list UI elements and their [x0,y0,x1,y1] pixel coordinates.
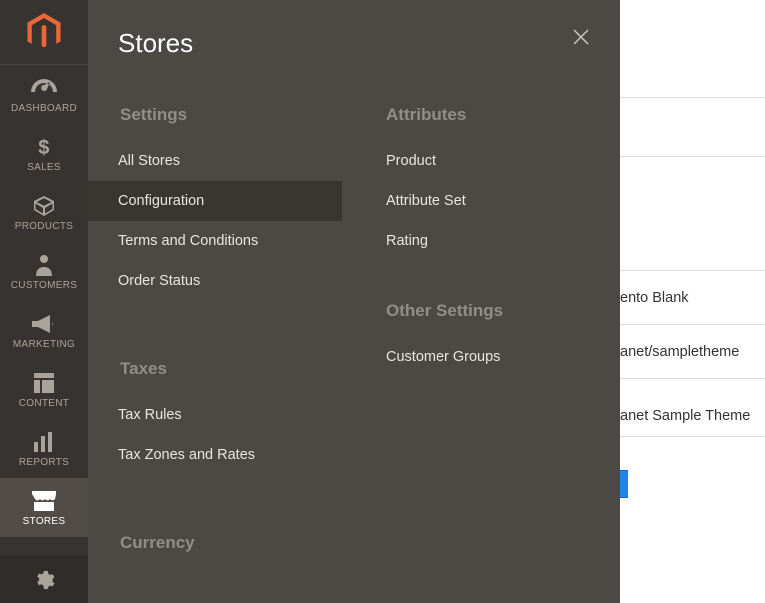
divider [620,97,765,98]
menu-configuration[interactable]: Configuration [88,181,342,221]
menu-all-stores[interactable]: All Stores [88,141,342,181]
nav-label: MARKETING [13,339,75,350]
nav-label: CONTENT [19,398,69,409]
nav-system-settings[interactable] [0,555,88,603]
dollar-icon: $ [37,136,51,158]
nav-content[interactable]: CONTENT [0,360,88,419]
menu-customer-groups[interactable]: Customer Groups [356,337,608,377]
gear-icon [33,569,55,591]
flyout-columns: Settings All Stores Configuration Terms … [88,95,620,569]
section-heading-currency: Currency [90,523,342,569]
menu-terms-conditions[interactable]: Terms and Conditions [88,221,342,261]
main-content-peek: ento Blank anet/sampletheme anet Sample … [620,0,765,603]
divider [620,324,765,325]
divider [620,378,765,379]
menu-tax-rules[interactable]: Tax Rules [88,395,342,435]
magento-logo-icon [27,13,61,51]
section-gap [90,475,342,523]
section-heading-settings: Settings [90,95,342,141]
menu-order-status[interactable]: Order Status [88,261,342,301]
menu-tax-zones-rates[interactable]: Tax Zones and Rates [88,435,342,475]
svg-text:$: $ [38,137,49,158]
nav-products[interactable]: PRODUCTS [0,183,88,242]
magento-logo[interactable] [0,0,88,65]
stores-flyout: Stores Settings All Stores Configuration… [88,0,620,603]
section-heading-attributes: Attributes [356,95,608,141]
bar-chart-icon [34,431,54,453]
nav-reports[interactable]: REPORTS [0,419,88,478]
layout-icon [34,372,54,394]
nav-dashboard[interactable]: DASHBOARD [0,65,88,124]
nav-label: REPORTS [19,457,69,468]
nav-label: STORES [23,516,66,527]
divider [620,156,765,157]
cube-icon [33,195,55,217]
person-icon [36,254,52,276]
menu-attribute-set[interactable]: Attribute Set [356,181,608,221]
section-heading-other: Other Settings [356,291,608,337]
close-button[interactable] [572,28,590,51]
nav-stores[interactable]: STORES [0,478,88,537]
peek-text: anet Sample Theme [620,408,750,424]
peek-text: ento Blank [620,290,689,306]
peek-text: anet/sampletheme [620,344,739,360]
section-heading-taxes: Taxes [90,349,342,395]
divider [620,436,765,437]
nav-label: SALES [27,162,61,173]
section-gap [90,301,342,349]
admin-sidebar: DASHBOARD $ SALES PRODUCTS CUSTOMERS MAR… [0,0,88,603]
flyout-col-right: Attributes Product Attribute Set Rating … [354,95,620,569]
nav-sales[interactable]: $ SALES [0,124,88,183]
nav-label: DASHBOARD [11,103,77,114]
flyout-header: Stores [88,24,620,95]
section-gap [356,261,608,291]
close-icon [572,28,590,46]
nav-label: CUSTOMERS [11,280,77,291]
flyout-title: Stores [118,28,193,59]
storefront-icon [32,490,56,512]
menu-rating[interactable]: Rating [356,221,608,261]
gauge-icon [31,77,57,99]
nav-marketing[interactable]: MARKETING [0,301,88,360]
menu-product[interactable]: Product [356,141,608,181]
primary-button-edge[interactable] [620,470,628,498]
megaphone-icon [32,313,56,335]
divider [620,270,765,271]
nav-label: PRODUCTS [15,221,74,232]
flyout-col-left: Settings All Stores Configuration Terms … [88,95,354,569]
nav-customers[interactable]: CUSTOMERS [0,242,88,301]
